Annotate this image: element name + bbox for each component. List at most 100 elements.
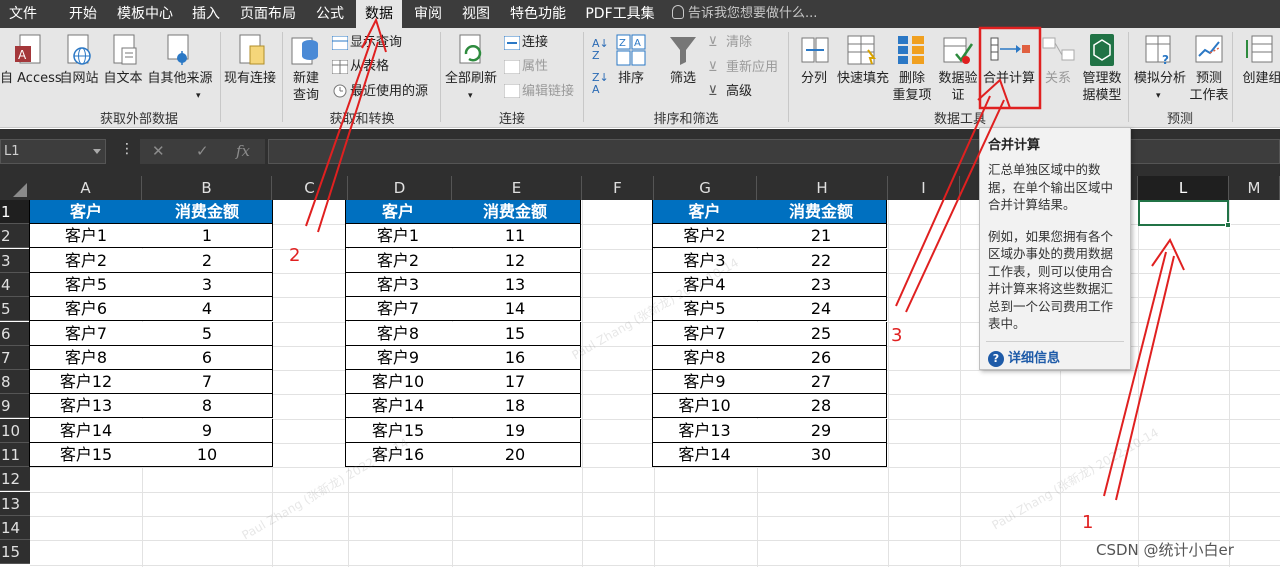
forecast-sheet-button[interactable]: 预测	[1190, 70, 1228, 87]
row-header-11[interactable]: 11	[0, 443, 30, 467]
table-cell[interactable]: 12	[450, 248, 581, 273]
table-cell[interactable]: 26	[756, 345, 887, 370]
row-header-7[interactable]: 7	[0, 345, 30, 370]
properties-button[interactable]: 属性	[522, 58, 548, 75]
column-header-H[interactable]: H	[757, 176, 888, 200]
table-cell[interactable]: 13	[450, 272, 581, 297]
row-header-10[interactable]: 10	[0, 418, 30, 443]
column-header-D[interactable]: D	[348, 176, 452, 200]
new-query-button[interactable]: 新建	[284, 70, 328, 87]
table-cell[interactable]: 14	[450, 297, 581, 322]
table-header-cell[interactable]: 消费金额	[450, 200, 581, 224]
table-cell[interactable]: 16	[450, 345, 581, 370]
connections-button[interactable]: 连接	[522, 34, 548, 51]
row-header-12[interactable]: 12	[0, 467, 30, 492]
column-header-F[interactable]: F	[582, 176, 654, 200]
table-cell[interactable]: 8	[142, 394, 273, 419]
what-if-analysis-button[interactable]: 模拟分析	[1130, 70, 1190, 87]
column-header-C[interactable]: C	[272, 176, 348, 200]
table-cell[interactable]: 23	[756, 272, 887, 297]
tab-review[interactable]: 审阅	[406, 0, 450, 28]
from-text-button[interactable]: 自文本	[102, 70, 144, 87]
more-info-link[interactable]: ? 详细信息	[988, 347, 1060, 367]
sort-button[interactable]: 排序	[612, 70, 650, 87]
table-cell[interactable]: 客户7	[653, 321, 757, 346]
column-header-E[interactable]: E	[452, 176, 582, 200]
table-cell[interactable]: 客户9	[346, 345, 451, 370]
tell-me-box[interactable]: 告诉我您想要做什么...	[672, 0, 817, 28]
tab-page-layout[interactable]: 页面布局	[234, 0, 302, 28]
table-cell[interactable]: 10	[142, 443, 273, 467]
table-cell[interactable]: 客户2	[653, 224, 757, 249]
from-access-button[interactable]: 自 Access	[0, 70, 62, 87]
table-cell[interactable]: 客户5	[30, 272, 143, 297]
table-cell[interactable]: 29	[756, 418, 887, 443]
row-header-15[interactable]: 15	[0, 540, 30, 565]
existing-connections-button[interactable]: 现有连接	[222, 70, 278, 87]
table-cell[interactable]: 28	[756, 394, 887, 419]
column-header-I[interactable]: I	[888, 176, 960, 200]
table-cell[interactable]: 客户8	[653, 345, 757, 370]
fill-handle[interactable]	[1225, 222, 1231, 228]
table-cell[interactable]: 2	[142, 248, 273, 273]
column-header-A[interactable]: A	[30, 176, 142, 200]
table-cell[interactable]: 25	[756, 321, 887, 346]
table-cell[interactable]: 客户6	[30, 297, 143, 322]
table-cell[interactable]: 客户14	[346, 394, 451, 419]
manage-data-model-button[interactable]: 管理数	[1076, 70, 1128, 87]
table-cell[interactable]: 15	[450, 321, 581, 346]
table-header-cell[interactable]: 消费金额	[142, 200, 273, 224]
name-box[interactable]: L1	[0, 139, 106, 164]
table-header-cell[interactable]: 消费金额	[756, 200, 887, 224]
reapply-button[interactable]: 重新应用	[726, 59, 778, 76]
table-cell[interactable]: 客户15	[30, 443, 143, 467]
row-header-4[interactable]: 4	[0, 272, 30, 297]
tab-insert[interactable]: 插入	[184, 0, 228, 28]
row-header-14[interactable]: 14	[0, 515, 30, 540]
table-cell[interactable]: 1	[142, 224, 273, 249]
edit-links-button[interactable]: 编辑链接	[522, 83, 574, 100]
table-cell[interactable]: 客户13	[30, 394, 143, 419]
clear-filter-button[interactable]: 清除	[726, 34, 752, 51]
table-cell[interactable]: 客户12	[30, 370, 143, 395]
column-header-G[interactable]: G	[654, 176, 757, 200]
table-cell[interactable]: 客户3	[346, 272, 451, 297]
table-cell[interactable]: 21	[756, 224, 887, 249]
table-cell[interactable]: 5	[142, 321, 273, 346]
table-cell[interactable]: 客户10	[346, 370, 451, 395]
table-cell[interactable]: 客户14	[653, 443, 757, 467]
table-cell[interactable]: 27	[756, 370, 887, 395]
filter-button[interactable]: 筛选	[662, 70, 704, 87]
from-table-button[interactable]: 从表格	[350, 58, 389, 75]
table-cell[interactable]: 客户13	[653, 418, 757, 443]
chevron-down-icon[interactable]	[93, 149, 101, 154]
remove-duplicates-button[interactable]: 删除	[890, 70, 934, 87]
table-cell[interactable]: 4	[142, 297, 273, 322]
show-query-button[interactable]: 显示查询	[350, 34, 402, 51]
table-cell[interactable]: 客户8	[30, 345, 143, 370]
table-cell[interactable]: 30	[756, 443, 887, 467]
table-header-cell[interactable]: 客户	[346, 200, 451, 224]
table-cell[interactable]: 客户2	[346, 248, 451, 273]
tab-view[interactable]: 视图	[454, 0, 498, 28]
tab-data[interactable]: 数据	[356, 0, 402, 28]
table-cell[interactable]: 3	[142, 272, 273, 297]
tab-pdf-tools[interactable]: PDF工具集	[580, 0, 660, 28]
create-group-button[interactable]: 创建组	[1236, 70, 1280, 87]
column-header-M[interactable]: M	[1229, 176, 1280, 200]
row-header-6[interactable]: 6	[0, 321, 30, 346]
row-header-3[interactable]: 3	[0, 248, 30, 273]
select-all-corner[interactable]	[0, 176, 30, 200]
table-cell[interactable]: 客户2	[30, 248, 143, 273]
tab-formulas[interactable]: 公式	[308, 0, 352, 28]
table-cell[interactable]: 17	[450, 370, 581, 395]
column-header-L[interactable]: L	[1138, 176, 1229, 200]
table-cell[interactable]: 19	[450, 418, 581, 443]
row-header-5[interactable]: 5	[0, 297, 30, 322]
row-header-9[interactable]: 9	[0, 394, 30, 419]
row-header-2[interactable]: 2	[0, 224, 30, 249]
flash-fill-button[interactable]: 快速填充	[834, 70, 892, 87]
table-cell[interactable]: 22	[756, 248, 887, 273]
table-cell[interactable]: 客户10	[653, 394, 757, 419]
table-cell[interactable]: 客户14	[30, 418, 143, 443]
